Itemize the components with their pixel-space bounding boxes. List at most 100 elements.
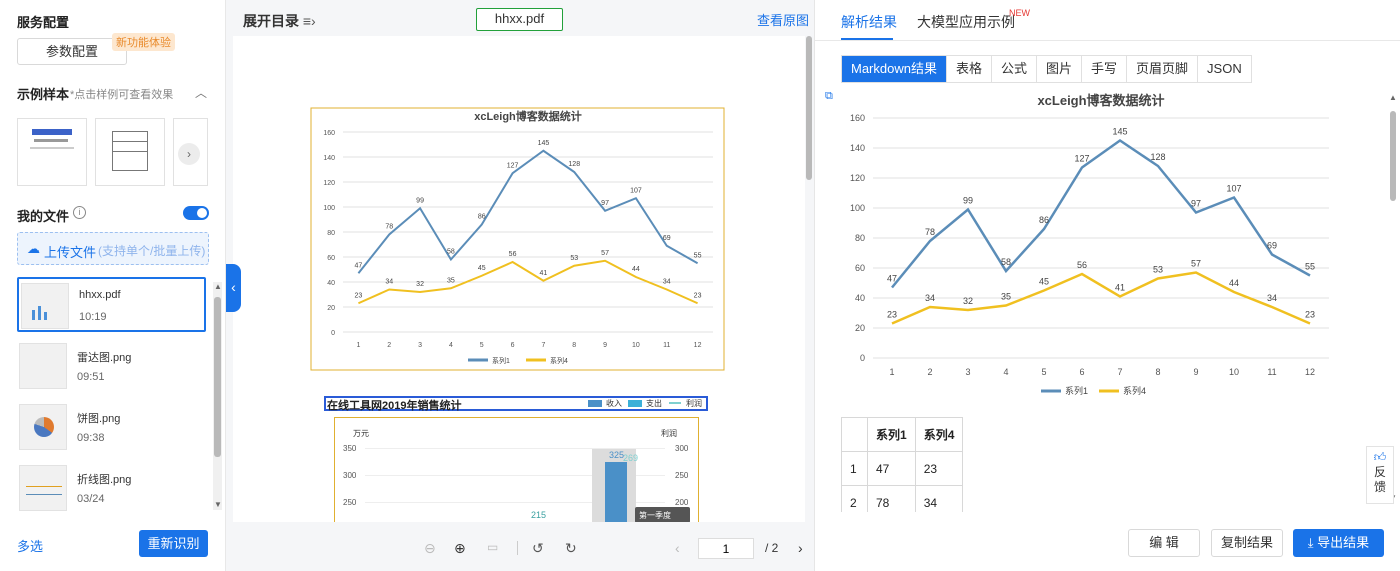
scroll-thumb[interactable] bbox=[1390, 111, 1396, 201]
series-line bbox=[891, 138, 1311, 289]
next-page-icon[interactable]: › bbox=[798, 540, 803, 556]
data-label: 145 bbox=[538, 140, 550, 147]
data-label: 57 bbox=[601, 250, 609, 257]
chart2-title: 在线工具网2019年销售统计 bbox=[327, 400, 462, 412]
file-item[interactable]: hhxx.pdf 10:19 bbox=[17, 277, 206, 332]
prev-page-icon[interactable]: ‹ bbox=[675, 540, 680, 556]
table-header-cell: 系列4 bbox=[914, 417, 964, 452]
table-row: 1 47 23 bbox=[841, 451, 964, 486]
tab-parse-result[interactable]: 解析结果 bbox=[841, 12, 897, 32]
fit-page-icon[interactable]: ▭ bbox=[487, 540, 498, 554]
subtab-table[interactable]: 表格 bbox=[946, 56, 992, 82]
file-name: 折线图.png bbox=[77, 474, 132, 486]
copy-icon[interactable]: ⧉ bbox=[825, 90, 833, 103]
x-tick-label: 4 bbox=[1003, 367, 1008, 377]
chart2-yaxis-unit: 万元 bbox=[353, 429, 369, 438]
file-list-scrollbar[interactable]: ▲ ▼ bbox=[213, 282, 222, 510]
edit-button[interactable]: 编 辑 bbox=[1128, 529, 1200, 557]
data-label: 145 bbox=[1112, 127, 1127, 137]
cloud-upload-icon: ☁ bbox=[27, 241, 40, 256]
subtab-image[interactable]: 图片 bbox=[1037, 56, 1083, 82]
x-tick-label: 2 bbox=[927, 367, 932, 377]
data-label: 58 bbox=[447, 249, 455, 256]
data-label: 53 bbox=[1153, 265, 1163, 275]
upload-hint: (支持单个/批量上传) bbox=[98, 244, 206, 258]
data-label: 55 bbox=[1305, 262, 1315, 272]
sample-thumbnail[interactable] bbox=[17, 118, 87, 186]
tab-divider bbox=[815, 40, 1400, 41]
tab-llm-examples[interactable]: 大模型应用示例 bbox=[917, 12, 1015, 32]
copy-result-button[interactable]: 复制结果 bbox=[1211, 529, 1283, 557]
sample-thumbnail[interactable]: › bbox=[173, 118, 208, 186]
rotate-right-icon[interactable]: ↻ bbox=[565, 540, 577, 557]
data-label: 127 bbox=[1074, 154, 1089, 164]
chart2-tick-label: 300 bbox=[343, 471, 357, 480]
chart2-tooltip: 第一季度 bbox=[635, 507, 690, 522]
x-tick-label: 11 bbox=[663, 342, 670, 349]
scroll-thumb[interactable] bbox=[806, 36, 812, 180]
feedback-label: 反馈 bbox=[1373, 465, 1386, 494]
feedback-button[interactable]: 👍︎ 反馈 bbox=[1366, 446, 1394, 504]
y-tick-label: 40 bbox=[327, 280, 335, 287]
data-label: 23 bbox=[1305, 310, 1315, 320]
legend-label: 系列1 bbox=[492, 356, 510, 365]
y-tick-label: 100 bbox=[850, 203, 865, 213]
rotate-left-icon[interactable]: ↺ bbox=[532, 540, 544, 557]
subtab-header-footer[interactable]: 页眉页脚 bbox=[1127, 56, 1199, 82]
table-cell: 1 bbox=[841, 451, 868, 486]
x-tick-label: 8 bbox=[572, 342, 576, 349]
file-item[interactable]: 饼图.png 09:38 bbox=[17, 400, 206, 455]
legend-label: 系列4 bbox=[1123, 385, 1146, 396]
file-item[interactable]: 雷达图.png 09:51 bbox=[17, 339, 206, 394]
scroll-up-icon[interactable]: ▲ bbox=[1389, 93, 1397, 102]
chart-title: xcLeigh博客数据统计 bbox=[474, 109, 582, 123]
multi-select-link[interactable]: 多选 bbox=[17, 536, 43, 555]
zoom-out-icon[interactable]: ⊖ bbox=[424, 540, 436, 557]
subtab-formula[interactable]: 公式 bbox=[991, 56, 1037, 82]
subtab-handwriting[interactable]: 手写 bbox=[1082, 56, 1128, 82]
sample-thumbnail[interactable] bbox=[95, 118, 165, 186]
data-label: 32 bbox=[416, 281, 424, 288]
result-scrollbar[interactable]: ▲ ▼ bbox=[1389, 93, 1397, 505]
x-tick-label: 1 bbox=[889, 367, 894, 377]
toc-label: 展开目录 bbox=[243, 13, 299, 29]
page-number-input[interactable] bbox=[698, 538, 754, 559]
scroll-up-icon[interactable]: ▲ bbox=[214, 282, 222, 291]
chevron-right-icon[interactable]: › bbox=[178, 143, 200, 165]
x-tick-label: 12 bbox=[1305, 367, 1315, 377]
file-item[interactable]: 折线图.png 03/24 bbox=[17, 461, 206, 516]
data-label: 53 bbox=[570, 255, 578, 262]
data-label: 58 bbox=[1001, 257, 1011, 267]
chart2-frame: 万元 利润 350 300 250 300 250 200 325 269 21… bbox=[334, 417, 699, 522]
y-tick-label: 80 bbox=[327, 230, 335, 237]
toc-toggle[interactable]: 展开目录 ≡› bbox=[243, 11, 316, 31]
x-tick-label: 6 bbox=[511, 342, 515, 349]
x-tick-label: 3 bbox=[418, 342, 422, 349]
data-label: 45 bbox=[1039, 277, 1049, 287]
data-label: 99 bbox=[416, 197, 424, 204]
info-icon[interactable]: i bbox=[73, 206, 86, 219]
data-label: 23 bbox=[694, 292, 702, 299]
collapse-icon[interactable]: ︿ bbox=[195, 84, 207, 101]
collapse-panel-handle[interactable]: ‹ bbox=[226, 264, 241, 312]
scroll-down-icon[interactable]: ▼ bbox=[214, 500, 222, 509]
subtab-json[interactable]: JSON bbox=[1198, 56, 1251, 82]
param-config-button[interactable]: 参数配置 bbox=[17, 38, 127, 65]
viewer-scrollbar[interactable] bbox=[806, 36, 813, 522]
file-time: 03/24 bbox=[77, 493, 105, 505]
x-tick-label: 2 bbox=[387, 342, 391, 349]
subtab-markdown[interactable]: Markdown结果 bbox=[842, 56, 947, 82]
reparse-button[interactable]: 重新识别 bbox=[139, 530, 208, 557]
document-viewer: 展开目录 ≡› hhxx.pdf 查看原图 xcLeigh博客数据统计 0 20 40… bbox=[226, 0, 814, 571]
chart2-bar bbox=[605, 462, 627, 522]
toggle-switch[interactable] bbox=[183, 206, 209, 220]
y-tick-label: 100 bbox=[323, 205, 335, 212]
zoom-in-icon[interactable]: ⊕ bbox=[454, 540, 466, 557]
x-tick-label: 5 bbox=[1041, 367, 1046, 377]
upload-area[interactable]: ☁ 上传文件 (支持单个/批量上传) bbox=[17, 232, 209, 265]
scroll-thumb[interactable] bbox=[214, 297, 221, 457]
file-name-badge: hhxx.pdf bbox=[476, 8, 563, 31]
view-original-link[interactable]: 查看原图 bbox=[757, 10, 809, 29]
export-result-button[interactable]: ⤓ 导出结果 bbox=[1293, 529, 1384, 557]
service-config-title: 服务配置 bbox=[17, 15, 70, 30]
